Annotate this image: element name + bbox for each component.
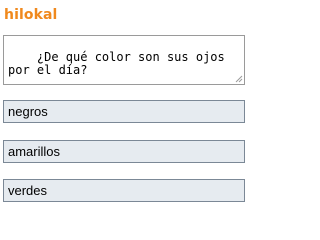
question-text: ¿De qué color son sus ojos por el día?: [8, 50, 232, 77]
quiz-card: hilokal ¿De qué color son sus ojos por e…: [0, 0, 250, 214]
answer-option-amarillos[interactable]: amarillos: [3, 140, 245, 163]
hilokal-logo: hilokal: [4, 7, 58, 23]
answer-option-verdes[interactable]: verdes: [3, 179, 245, 202]
resize-grip-icon[interactable]: [235, 75, 243, 83]
answer-option-negros[interactable]: negros: [3, 100, 245, 123]
question-textarea[interactable]: ¿De qué color son sus ojos por el día?: [3, 35, 245, 85]
